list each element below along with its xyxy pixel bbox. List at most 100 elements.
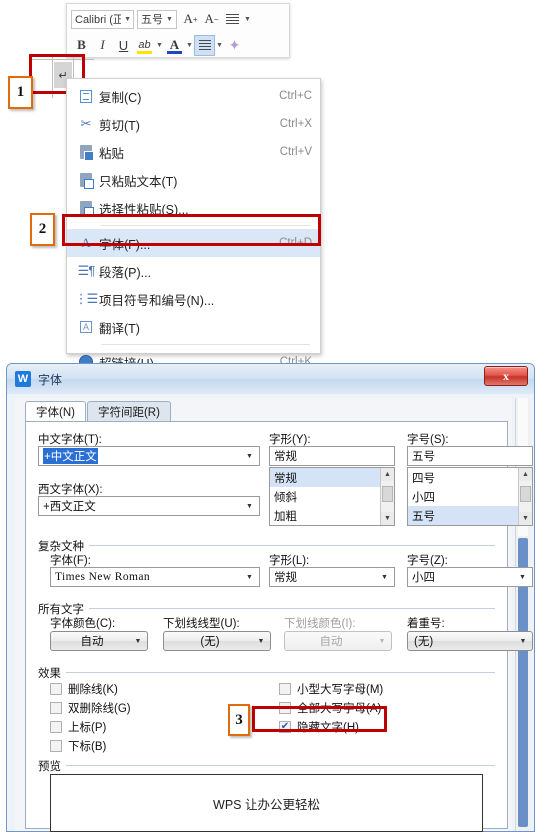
list-item[interactable]: 加粗	[270, 506, 394, 525]
chevron-down-icon[interactable]: ▼	[215, 35, 224, 56]
cs-size-combo[interactable]: 小四 ▼	[407, 567, 533, 587]
underline-style-dropdown[interactable]: (无) ▼	[163, 631, 271, 651]
font-size-value: 五号	[412, 451, 435, 463]
chevron-down-icon: ▼	[124, 15, 131, 23]
font-color-dropdown[interactable]: 自动 ▼	[50, 631, 148, 651]
mini-formatting-toolbar: Calibri (正 ▼ 五号 ▼ A + A − ▼ B I U ab ▼ A ▼	[66, 3, 290, 58]
checkbox-box[interactable]	[50, 739, 62, 752]
step-marker-1: 1	[8, 76, 33, 109]
dialog-title: 字体	[38, 372, 63, 387]
font-size-label: 字号(S):	[407, 434, 449, 446]
cs-style-combo[interactable]: 常规 ▼	[269, 567, 395, 587]
highlight-color-button[interactable]: ab	[134, 35, 155, 56]
list-item[interactable]: 常规	[270, 468, 394, 487]
chevron-down-icon[interactable]: ▼	[242, 497, 257, 515]
checkbox-box[interactable]	[50, 701, 62, 714]
menu-item-accel: Ctrl+C	[279, 90, 312, 102]
font-style-listbox[interactable]: 常规 倾斜 加粗 ▲ ▼	[269, 467, 395, 526]
list-item[interactable]: 五号	[408, 506, 532, 525]
chevron-down-icon[interactable]: ▼	[254, 638, 268, 645]
scrollbar-thumb[interactable]	[382, 486, 393, 502]
checkbox-box[interactable]	[50, 682, 62, 695]
close-icon[interactable]: x	[484, 366, 528, 386]
font-size-listbox[interactable]: 四号 小四 五号 ▲ ▼	[407, 467, 533, 526]
cs-style-label: 字形(L):	[269, 555, 310, 567]
menu-item-translate[interactable]: A 翻译(T)	[67, 313, 320, 341]
font-color-label: 字体颜色(C):	[50, 618, 116, 630]
step-marker-2: 2	[30, 213, 55, 246]
cs-size-label: 字号(Z):	[407, 555, 448, 567]
underline-button[interactable]: U	[113, 35, 134, 56]
list-item[interactable]: 小四	[408, 487, 532, 506]
chevron-down-icon[interactable]: ▼	[155, 35, 164, 56]
menu-item-paragraph[interactable]: ☰¶ 段落(P)...	[67, 257, 320, 285]
align-button[interactable]	[194, 34, 215, 56]
chevron-down-icon[interactable]: ▼	[243, 9, 252, 30]
list-item[interactable]: 四号	[408, 468, 532, 487]
menu-item-cut[interactable]: ✂ 剪切(T) Ctrl+X	[67, 110, 320, 138]
scrollbar-thumb[interactable]	[520, 486, 531, 502]
menu-item-copy[interactable]: 复制(C) Ctrl+C	[67, 82, 320, 110]
translate-icon: A	[73, 317, 99, 337]
format-painter-icon[interactable]: ✦	[224, 35, 245, 56]
grow-font-button[interactable]: A +	[180, 9, 201, 30]
chinese-font-combo[interactable]: +中文正文 ▼	[38, 446, 260, 466]
italic-button[interactable]: I	[92, 35, 113, 56]
cs-font-combo[interactable]: Times New Roman ▼	[50, 567, 260, 587]
chevron-down-icon[interactable]: ▼	[185, 35, 194, 56]
listbox-scrollbar[interactable]: ▲ ▼	[518, 468, 532, 525]
font-size-value: 五号	[141, 14, 163, 26]
font-style-label: 字形(Y):	[269, 434, 311, 446]
menu-item-label: 翻译(T)	[99, 321, 140, 336]
list-item[interactable]: 倾斜	[270, 487, 394, 506]
tab-character-spacing[interactable]: 字符间距(R)	[86, 401, 171, 422]
cut-icon: ✂	[80, 116, 92, 131]
checkbox-superscript[interactable]: 上标(P)	[50, 717, 250, 736]
western-font-value: +西文正文	[43, 501, 96, 513]
chevron-down-icon[interactable]: ▼	[377, 568, 392, 586]
menu-item-paste-text-only[interactable]: 只粘贴文本(T)	[67, 166, 320, 194]
checkbox-small-caps[interactable]: 小型大写字母(M)	[279, 679, 499, 698]
font-size-combo[interactable]: 五号 ▼	[137, 9, 177, 29]
cs-style-value: 常规	[274, 572, 297, 584]
line-spacing-icon[interactable]	[222, 9, 243, 30]
chevron-down-icon[interactable]: ▼	[516, 638, 530, 645]
checkbox-double-strikethrough[interactable]: 双删除线(G)	[50, 698, 250, 717]
bold-button[interactable]: B	[71, 35, 92, 56]
emphasis-label: 着重号:	[407, 618, 445, 630]
chevron-down-icon[interactable]: ▼	[131, 638, 145, 645]
font-name-combo[interactable]: Calibri (正 ▼	[71, 9, 134, 29]
menu-item-label: 项目符号和编号(N)...	[99, 293, 215, 308]
shrink-font-button[interactable]: A −	[201, 9, 222, 30]
preview-box: WPS 让办公更轻松	[50, 774, 483, 832]
menu-item-label: 只粘贴文本(T)	[99, 174, 178, 189]
menu-item-bullets-numbering[interactable]: ⋮☰ 项目符号和编号(N)...	[67, 285, 320, 313]
checkbox-strikethrough[interactable]: 删除线(K)	[50, 679, 250, 698]
menu-item-label: 剪切(T)	[99, 118, 140, 133]
chevron-down-icon[interactable]: ▼	[242, 447, 257, 465]
emphasis-dropdown[interactable]: (无) ▼	[407, 631, 533, 651]
scroll-down-icon[interactable]: ▼	[381, 512, 394, 525]
menu-item-label: 段落(P)...	[99, 265, 152, 280]
emphasis-value: (无)	[414, 636, 434, 648]
checkbox-box[interactable]	[279, 682, 291, 695]
font-style-field[interactable]: 常规	[269, 446, 395, 466]
listbox-scrollbar[interactable]: ▲ ▼	[380, 468, 394, 525]
dialog-panel: 中文字体(T): 字形(Y): 字号(S): +中文正文 ▼ 常规 五号 常规 …	[25, 421, 533, 832]
menu-item-paste[interactable]: 粘贴 Ctrl+V	[67, 138, 320, 166]
chevron-down-icon[interactable]: ▼	[515, 568, 530, 586]
underline-color-label: 下划线颜色(I):	[284, 618, 356, 630]
preview-sample-text: WPS 让办公更轻松	[213, 797, 320, 812]
checkbox-box[interactable]	[50, 720, 62, 733]
checkbox-label: 双删除线(G)	[68, 702, 131, 715]
western-font-combo[interactable]: +西文正文 ▼	[38, 496, 260, 516]
scroll-up-icon[interactable]: ▲	[381, 468, 394, 481]
underline-color-dropdown: 自动 ▼	[284, 631, 392, 651]
scroll-down-icon[interactable]: ▼	[519, 512, 532, 525]
font-color-button[interactable]: A	[164, 35, 185, 56]
font-size-field[interactable]: 五号	[407, 446, 533, 466]
checkbox-subscript[interactable]: 下标(B)	[50, 736, 250, 755]
tab-font[interactable]: 字体(N)	[25, 401, 86, 422]
chevron-down-icon[interactable]: ▼	[242, 568, 257, 586]
scroll-up-icon[interactable]: ▲	[519, 468, 532, 481]
